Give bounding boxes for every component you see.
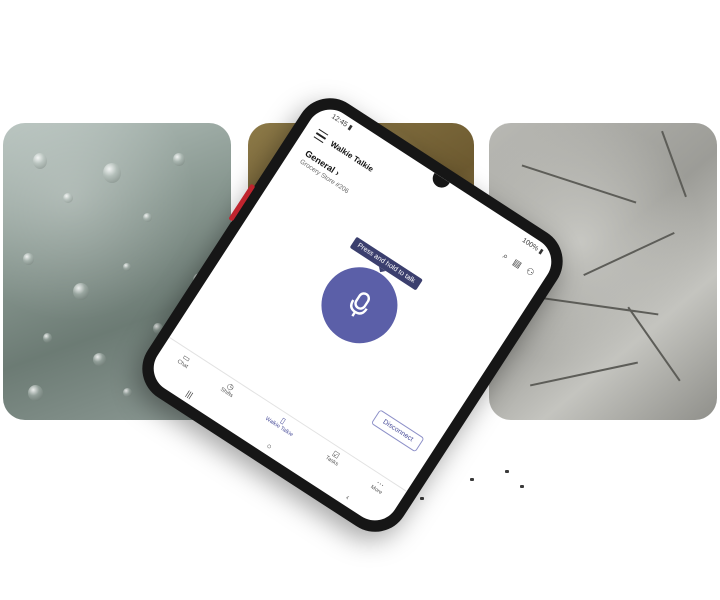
back-icon[interactable]: ‹: [344, 492, 351, 501]
recent-apps-icon[interactable]: |||: [185, 389, 195, 400]
menu-icon[interactable]: [313, 128, 329, 144]
microphone-icon: [349, 292, 370, 317]
nav-item-label: Walkie Talkie: [264, 415, 294, 439]
status-time: 12:45: [330, 112, 349, 129]
people-icon[interactable]: ⚇: [524, 265, 536, 279]
battery-level: 100%: [520, 236, 540, 253]
disconnect-button[interactable]: Disconnect: [371, 409, 425, 453]
bottom-navigation: ▭ Chat ◷ Shifts ▯ Walkie Talkie ☑ Tasks …: [154, 336, 407, 515]
nav-item-chat[interactable]: ▭ Chat: [171, 351, 194, 377]
nav-item-tasks[interactable]: ☑ Tasks: [319, 447, 344, 475]
nav-item-more[interactable]: ⋯ More: [364, 477, 388, 504]
battery-icon: ▮: [537, 247, 545, 256]
notes-icon[interactable]: ▤: [511, 257, 524, 271]
system-navigation-bar: ||| ○ ‹: [146, 362, 391, 528]
chevron-right-icon: ›: [333, 167, 342, 178]
nav-item-shifts[interactable]: ◷ Shifts: [214, 379, 239, 407]
search-icon[interactable]: ⌕: [501, 250, 511, 262]
home-icon[interactable]: ○: [265, 441, 274, 451]
